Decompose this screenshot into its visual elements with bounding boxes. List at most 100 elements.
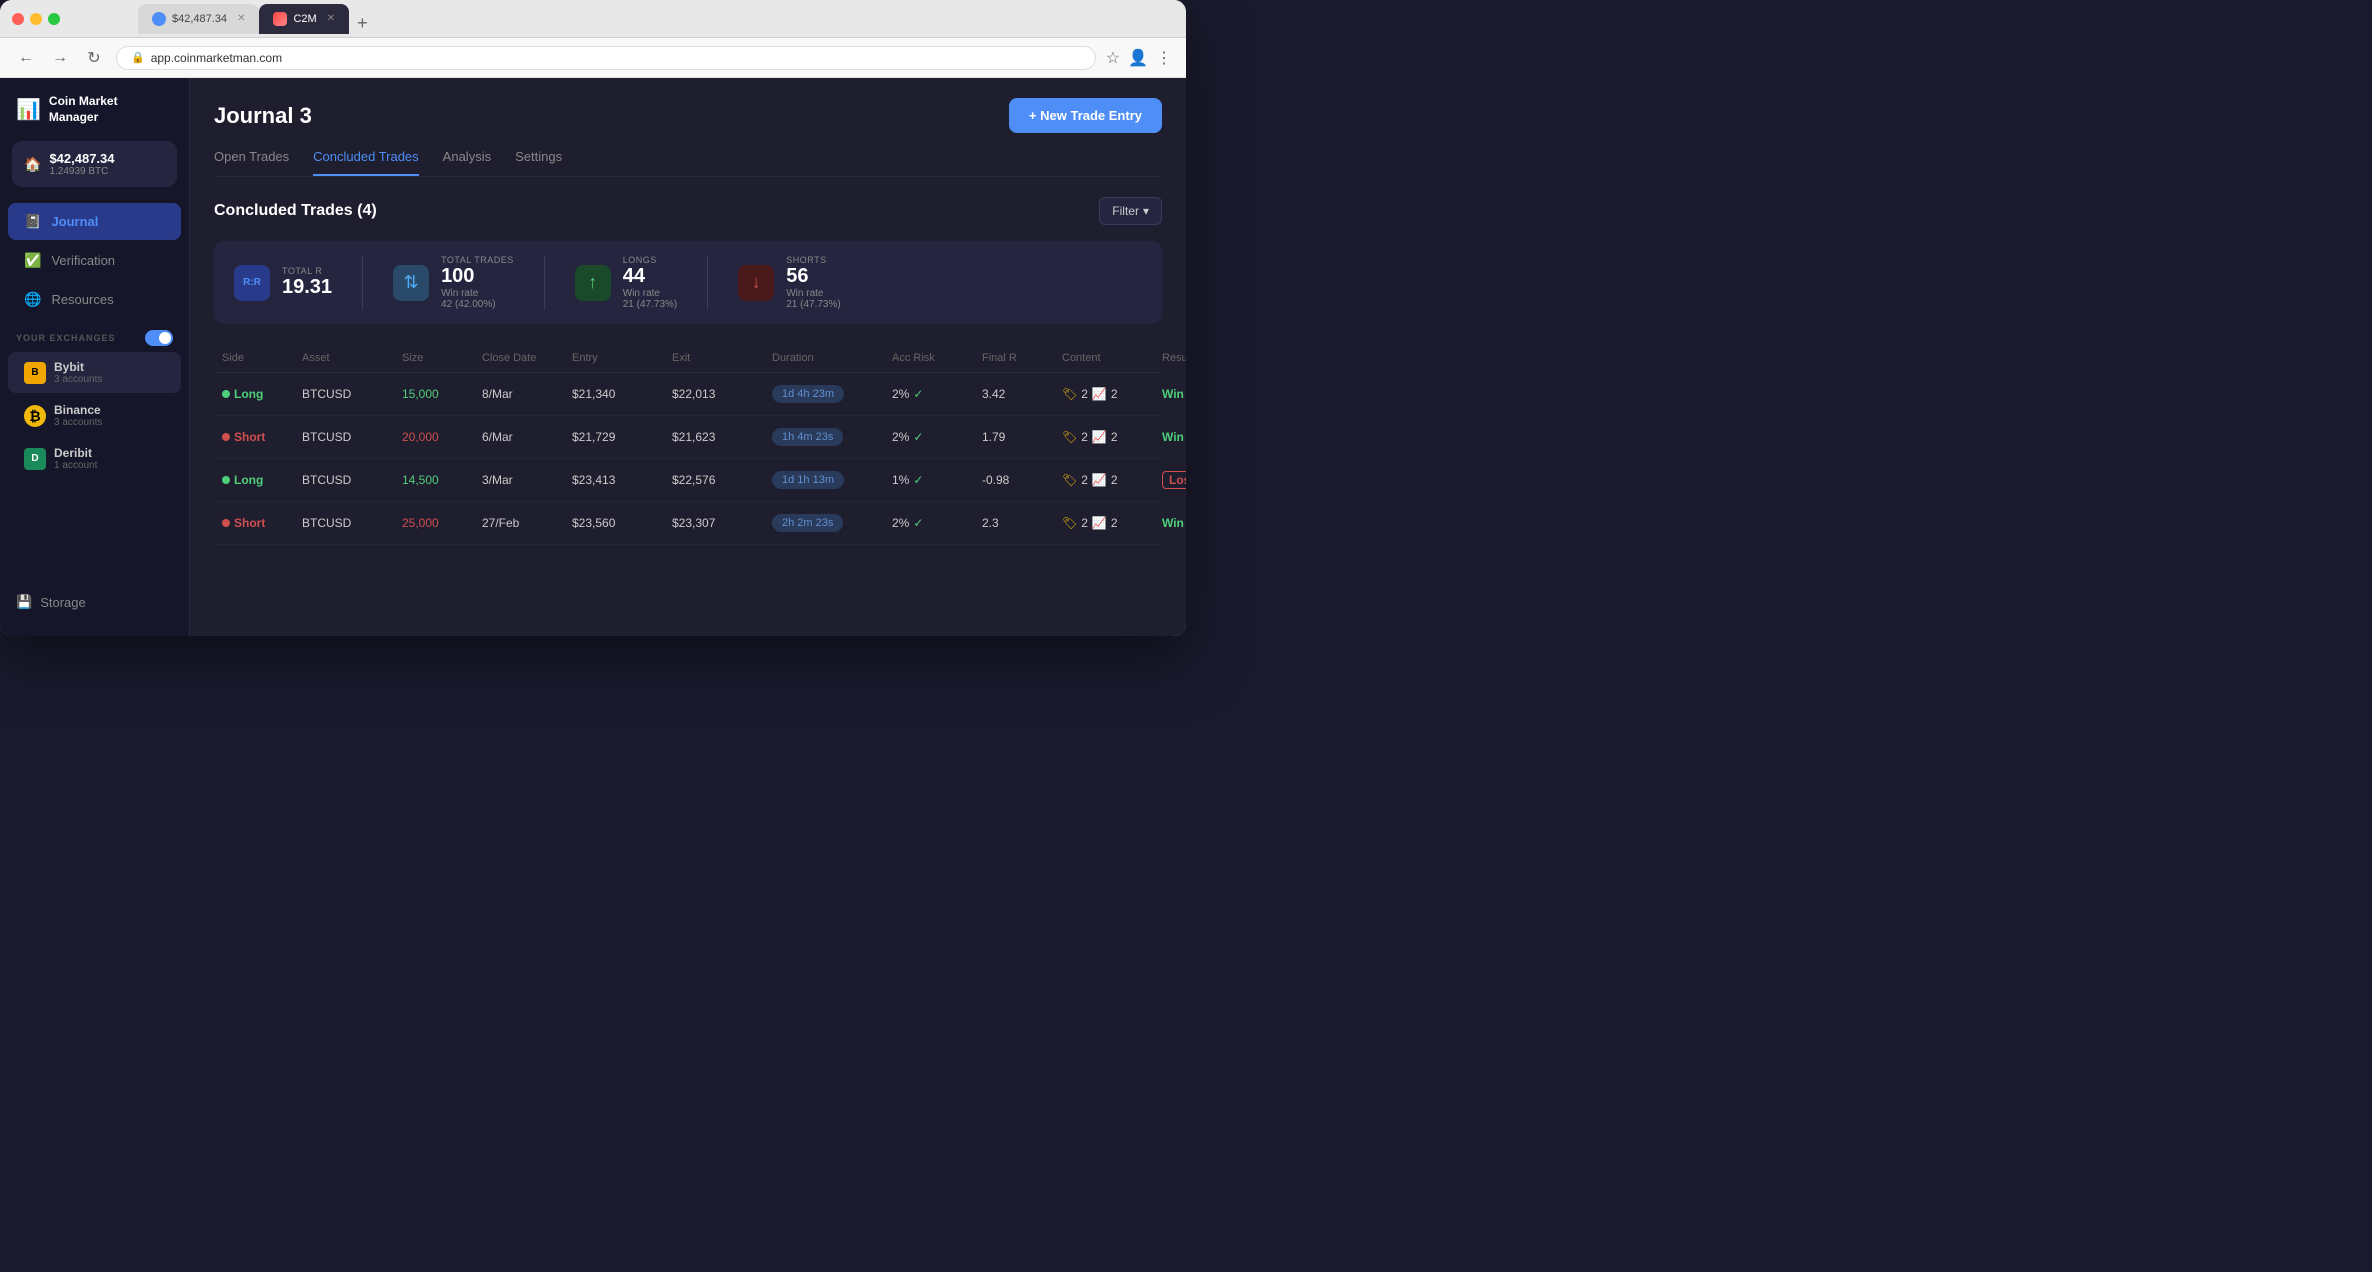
reload-button[interactable]: ↻	[82, 46, 106, 70]
row2-exit: $21,623	[664, 430, 764, 444]
resources-icon: 🌐	[24, 291, 41, 308]
sidebar-item-journal[interactable]: 📓 Journal	[8, 203, 181, 240]
col-entry: Entry	[564, 352, 664, 364]
row3-size: 14,500	[394, 473, 474, 487]
col-side: Side	[214, 352, 294, 364]
row1-content: 🏷2 📈2	[1054, 387, 1154, 401]
row3-entry: $23,413	[564, 473, 664, 487]
sidebar: 📊 Coin MarketManager 🏠 $42,487.34 1.2493…	[0, 78, 190, 636]
trades-table: Side Asset Size Close Date Entry Exit Du…	[214, 344, 1162, 545]
tab-settings[interactable]: Settings	[515, 149, 562, 176]
new-trade-button[interactable]: + New Trade Entry	[1009, 98, 1162, 133]
rr-info: Total R 19.31	[282, 266, 332, 299]
deribit-name: Deribit	[54, 446, 97, 460]
tab-price[interactable]: $42,487.34 ✕	[138, 4, 259, 34]
filter-label: Filter	[1112, 204, 1139, 218]
new-tab-button[interactable]: +	[357, 13, 368, 34]
stat-trades: ⇅ Total trades 100 Win rate 42 (42.00%)	[393, 255, 545, 310]
row1-close-date: 8/Mar	[474, 387, 564, 401]
stat-shorts: ↓ Shorts 56 Win rate 21 (47.73%)	[738, 255, 870, 310]
bookmark-button[interactable]: ☆	[1106, 48, 1120, 68]
minimize-button[interactable]	[30, 13, 42, 25]
shorts-sub: 21 (47.73%)	[786, 299, 840, 310]
row4-final-r: 2.3	[974, 516, 1054, 530]
binance-accounts: 3 accounts	[54, 417, 102, 428]
row1-duration: 1d 4h 23m	[764, 385, 884, 403]
tab-analysis[interactable]: Analysis	[443, 149, 491, 176]
row3-final-r: -0.98	[974, 473, 1054, 487]
tab-c2m[interactable]: C2M ✕	[259, 4, 349, 34]
row3-exit: $22,576	[664, 473, 764, 487]
fav-toggle[interactable]	[145, 330, 173, 346]
col-final-r: Final R	[974, 352, 1054, 364]
row2-entry: $21,729	[564, 430, 664, 444]
binance-info: Binance 3 accounts	[54, 403, 102, 428]
col-size: Size	[394, 352, 474, 364]
filter-button[interactable]: Filter ▾	[1099, 197, 1162, 225]
stat-rr: R:R Total R 19.31	[234, 255, 363, 310]
menu-button[interactable]: ⋮	[1156, 48, 1172, 68]
profile-button[interactable]: 👤	[1128, 48, 1148, 68]
sidebar-item-resources[interactable]: 🌐 Resources	[8, 281, 181, 318]
balance-usd: $42,487.34	[49, 151, 114, 166]
table-row[interactable]: Long BTCUSD 14,500 3/Mar $23,413 $22,576…	[214, 459, 1162, 502]
bybit-info: Bybit 3 accounts	[54, 360, 102, 385]
main-content: Journal 3 + New Trade Entry Open Trades …	[190, 78, 1186, 636]
forward-button[interactable]: →	[48, 46, 72, 70]
trades-winrate-label: Win rate	[441, 288, 514, 299]
stats-row: R:R Total R 19.31 ⇅ Total trades 100 Win…	[214, 241, 1162, 324]
longs-sub: 21 (47.73%)	[623, 299, 677, 310]
row1-size: 15,000	[394, 387, 474, 401]
storage-item[interactable]: 💾 Storage	[0, 584, 189, 620]
longs-value: 44	[623, 265, 677, 288]
row3-duration: 1d 1h 13m	[764, 471, 884, 489]
col-acc-risk: Acc Risk	[884, 352, 974, 364]
row1-asset: BTCUSD	[294, 387, 394, 401]
table-row[interactable]: Short BTCUSD 25,000 27/Feb $23,560 $23,3…	[214, 502, 1162, 545]
rr-icon: R:R	[234, 265, 270, 301]
tab-c2m-close-icon[interactable]: ✕	[327, 13, 335, 24]
row2-final-r: 1.79	[974, 430, 1054, 444]
binance-name: Binance	[54, 403, 102, 417]
tab-open-trades[interactable]: Open Trades	[214, 149, 289, 176]
row3-side: Long	[214, 473, 294, 487]
address-bar[interactable]: 🔒 app.coinmarketman.com	[116, 46, 1096, 70]
sidebar-item-verification[interactable]: ✅ Verification	[8, 242, 181, 279]
longs-label: Longs	[623, 255, 677, 265]
tab-close-icon[interactable]: ✕	[237, 13, 245, 24]
row2-duration: 1h 4m 23s	[764, 428, 884, 446]
table-row[interactable]: Long BTCUSD 15,000 8/Mar $21,340 $22,013…	[214, 373, 1162, 416]
exchange-binance[interactable]: ₿ Binance 3 accounts	[8, 395, 181, 436]
shorts-info: Shorts 56 Win rate 21 (47.73%)	[786, 255, 840, 310]
tab-concluded-trades[interactable]: Concluded Trades	[313, 149, 419, 176]
row2-close-date: 6/Mar	[474, 430, 564, 444]
home-icon: 🏠	[24, 156, 41, 173]
row2-side: Short	[214, 430, 294, 444]
row3-result: Lose	[1154, 473, 1186, 487]
rr-value: 19.31	[282, 276, 332, 299]
row1-side: Long	[214, 387, 294, 401]
close-button[interactable]	[12, 13, 24, 25]
row1-entry: $21,340	[564, 387, 664, 401]
trades-info: Total trades 100 Win rate 42 (42.00%)	[441, 255, 514, 310]
row1-exit: $22,013	[664, 387, 764, 401]
logo-text: Coin MarketManager	[49, 94, 118, 125]
row2-result: Win	[1154, 430, 1186, 444]
deribit-info: Deribit 1 account	[54, 446, 97, 471]
shorts-icon: ↓	[738, 265, 774, 301]
exchange-bybit[interactable]: B Bybit 3 accounts	[8, 352, 181, 393]
maximize-button[interactable]	[48, 13, 60, 25]
row4-content: 🏷2 📈2	[1054, 516, 1154, 530]
binance-logo: ₿	[24, 405, 46, 427]
table-row[interactable]: Short BTCUSD 20,000 6/Mar $21,729 $21,62…	[214, 416, 1162, 459]
trades-icon: ⇅	[393, 265, 429, 301]
tab-price-label: $42,487.34	[172, 13, 227, 25]
sidebar-item-label-resources: Resources	[51, 292, 113, 307]
exchange-deribit[interactable]: D Deribit 1 account	[8, 438, 181, 479]
balance-card[interactable]: 🏠 $42,487.34 1.24939 BTC	[12, 141, 177, 187]
filter-chevron-icon: ▾	[1143, 204, 1149, 218]
back-button[interactable]: ←	[14, 46, 38, 70]
row4-close-date: 27/Feb	[474, 516, 564, 530]
lock-icon: 🔒	[131, 51, 145, 64]
row4-acc-risk: 2% ✓	[884, 516, 974, 530]
